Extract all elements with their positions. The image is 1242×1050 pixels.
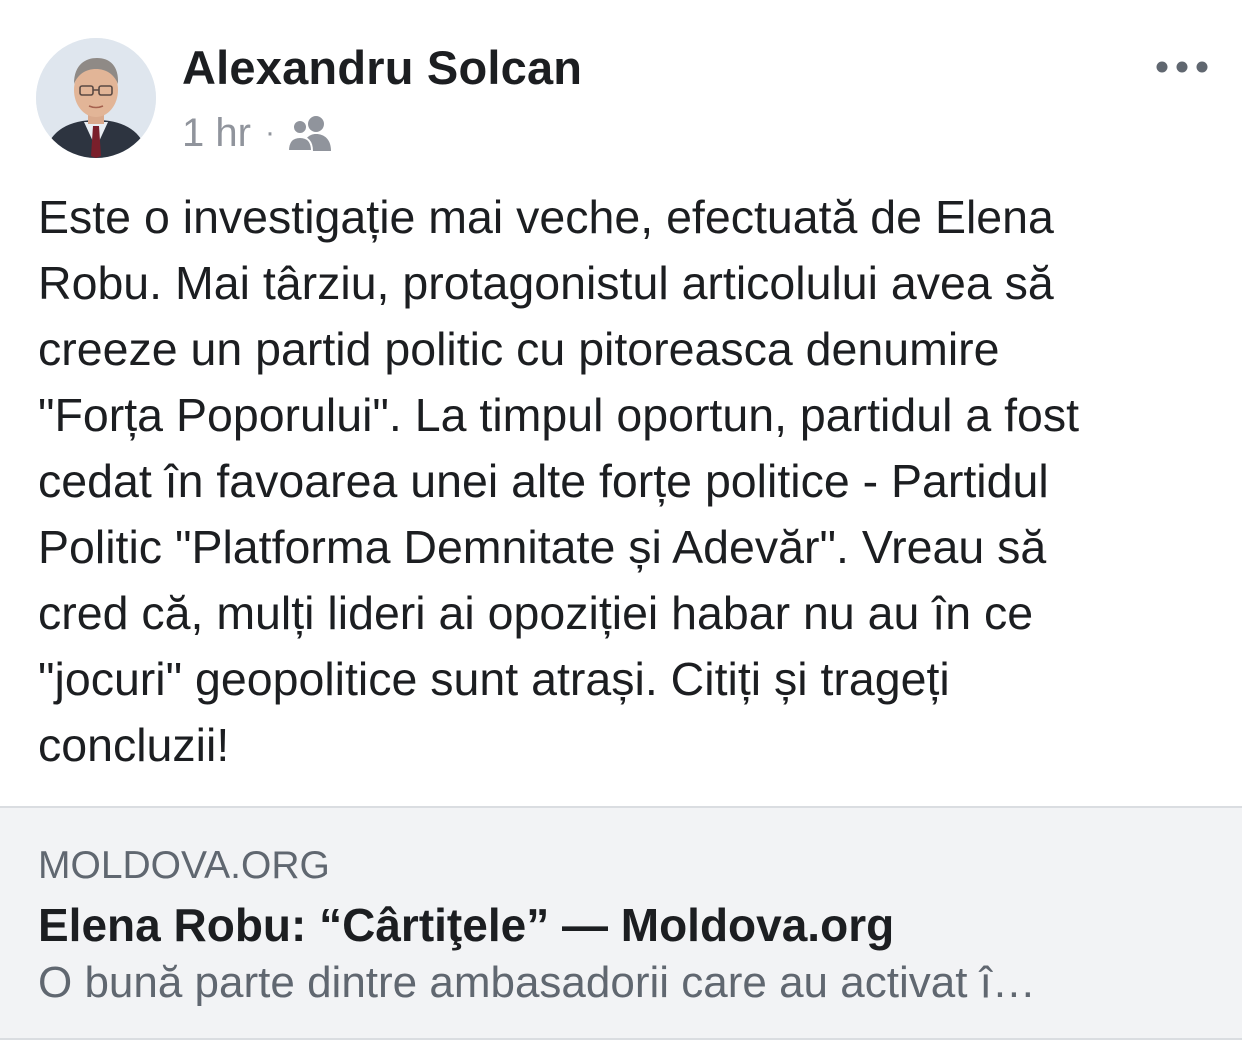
- link-preview-card[interactable]: MOLDOVA.ORG Elena Robu: “Cârtiţele” — Mo…: [0, 806, 1242, 1040]
- link-domain: MOLDOVA.ORG: [38, 844, 330, 887]
- post-timestamp[interactable]: 1 hr: [182, 111, 251, 156]
- friends-icon: [286, 113, 333, 153]
- link-description: O bună parte dintre ambasadorii care au …: [38, 958, 1036, 1007]
- link-title: Elena Robu: “Cârtiţele” — Moldova.org: [38, 899, 895, 951]
- post-text: Este o investigație mai veche, efectuată…: [38, 191, 1080, 771]
- facebook-post: Alexandru Solcan 1 hr · Este o investiga…: [0, 0, 1242, 1050]
- meta-separator: ·: [264, 116, 275, 149]
- author-name[interactable]: Alexandru Solcan: [182, 40, 582, 95]
- more-options-icon[interactable]: [1152, 52, 1212, 82]
- author-avatar[interactable]: [36, 38, 156, 158]
- avatar-photo: [36, 38, 156, 158]
- post-meta: 1 hr ·: [182, 108, 333, 158]
